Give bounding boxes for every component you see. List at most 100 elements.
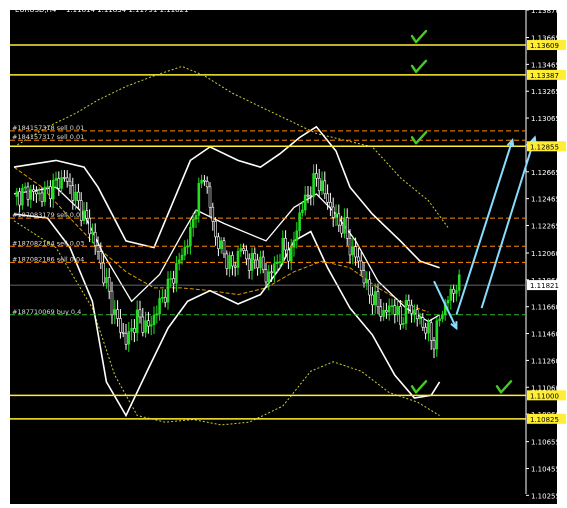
- candle-body: [15, 191, 19, 197]
- candle-body: [396, 306, 399, 315]
- price-chart[interactable]: #184157318 sell 0.01#184157317 sell 0.01…: [0, 0, 567, 504]
- candle-body: [438, 318, 441, 321]
- axis-tick-label: 1.10255: [531, 492, 560, 500]
- candle-body: [315, 173, 318, 179]
- candle-body: [60, 177, 63, 189]
- candle-body: [250, 252, 254, 271]
- level-price-label: 1.13609: [530, 42, 559, 50]
- axis-tick-label: 1.13065: [531, 115, 560, 123]
- candle-body: [222, 240, 226, 255]
- order-label: #184157317 sell 0.01: [12, 133, 84, 141]
- candle-body: [259, 256, 262, 269]
- candle-body: [54, 178, 58, 181]
- candle-body: [121, 332, 125, 334]
- candle-body: [186, 245, 189, 248]
- candle-body: [354, 246, 357, 258]
- candle-body: [65, 177, 69, 182]
- candle-body: [373, 291, 377, 306]
- current-price-label: 1.11821: [530, 282, 559, 290]
- axis-tick-label: 1.11460: [531, 331, 560, 339]
- candle-body: [113, 309, 117, 316]
- candle-body: [245, 250, 248, 260]
- candle-body: [253, 252, 257, 261]
- candle-body: [71, 185, 75, 201]
- candle-body: [320, 180, 324, 192]
- candle-body: [390, 305, 394, 307]
- axis-tick-label: 1.12060: [531, 250, 560, 258]
- candle-body: [278, 261, 282, 263]
- candle-body: [292, 239, 296, 248]
- candle-body: [413, 309, 416, 314]
- candle-body: [247, 258, 251, 271]
- candle-body: [155, 313, 159, 316]
- candle-body: [21, 187, 24, 206]
- candle-body: [326, 193, 329, 203]
- candle-body: [200, 179, 203, 184]
- candle-body: [418, 317, 422, 320]
- candle-body: [175, 263, 178, 284]
- candle-body: [77, 191, 80, 201]
- candle-body: [368, 279, 371, 296]
- candle-body: [79, 200, 83, 221]
- candle-body: [183, 246, 187, 256]
- candle-body: [177, 259, 181, 264]
- candle-body: [166, 278, 170, 303]
- candle-body: [357, 256, 360, 262]
- candle-body: [281, 238, 285, 262]
- candle-body: [189, 227, 192, 247]
- candle-body: [205, 181, 209, 188]
- order-label: #187082186 sell 0.04: [12, 255, 84, 263]
- candle-body: [382, 310, 385, 317]
- candle-body: [32, 189, 35, 192]
- axis-tick-label: 1.12465: [531, 196, 560, 204]
- candle-body: [359, 260, 363, 271]
- candle-body: [287, 249, 290, 262]
- candle-body: [29, 189, 33, 200]
- candle-body: [457, 274, 461, 291]
- candle-body: [387, 305, 391, 313]
- candle-body: [236, 251, 240, 268]
- candle-body: [102, 262, 105, 284]
- candle-body: [306, 194, 310, 197]
- candle-body: [289, 246, 293, 262]
- candle-body: [401, 323, 405, 325]
- candle-body: [127, 331, 131, 345]
- candle-body: [385, 310, 388, 313]
- axis-tick-label: 1.12665: [531, 169, 560, 177]
- candle-body: [51, 179, 55, 200]
- candle-body: [228, 255, 231, 269]
- candle-body: [144, 320, 147, 333]
- candle-body: [214, 221, 217, 238]
- candle-body: [415, 309, 419, 320]
- chart-symbol: EURUSD,H4: [15, 6, 57, 14]
- candle-body: [334, 213, 338, 218]
- candle-body: [340, 224, 343, 234]
- candle-body: [376, 291, 380, 308]
- order-label: #187083179 sell 0.02: [12, 211, 84, 219]
- candle-body: [194, 215, 198, 220]
- candle-body: [35, 191, 38, 195]
- candle-body: [345, 217, 349, 239]
- candle-body: [23, 186, 27, 189]
- candle-body: [270, 271, 273, 274]
- axis-tick-label: 1.11260: [531, 357, 560, 365]
- candle-body: [256, 259, 259, 269]
- candle-body: [180, 254, 184, 261]
- candle-body: [393, 305, 397, 315]
- level-price-label: 1.11000: [530, 392, 559, 400]
- candle-body: [158, 298, 161, 315]
- candle-body: [82, 210, 86, 221]
- candle-body: [172, 278, 175, 284]
- candle-body: [441, 314, 444, 320]
- candle-body: [119, 318, 122, 333]
- candle-body: [298, 212, 301, 232]
- axis-tick-label: 1.11660: [531, 304, 560, 312]
- candle-body: [455, 290, 458, 294]
- candle-body: [432, 340, 436, 350]
- candle-body: [46, 186, 49, 188]
- axis-tick-label: 1.10455: [531, 465, 560, 473]
- candle-body: [329, 201, 332, 208]
- candle-body: [323, 180, 327, 195]
- candle-body: [152, 314, 156, 326]
- order-label: #187082184 sell 0.03: [12, 239, 84, 247]
